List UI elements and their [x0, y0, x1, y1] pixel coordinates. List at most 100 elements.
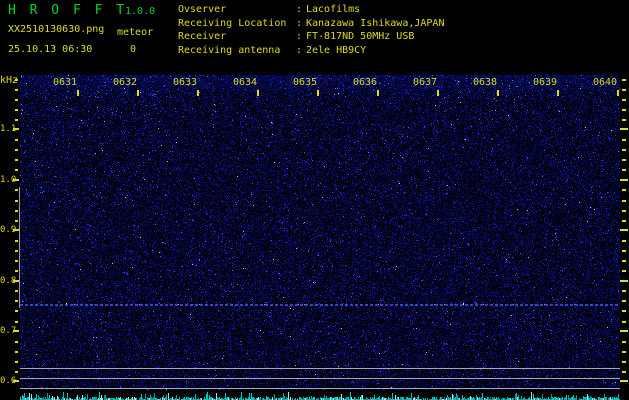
freq-minor-tick-left — [15, 260, 18, 262]
freq-minor-tick-right — [622, 200, 626, 202]
spectrogram-canvas — [20, 75, 620, 390]
station-info-label: Receiving antenna — [178, 44, 296, 58]
freq-minor-tick-right — [622, 371, 626, 373]
freq-minor-tick-left — [15, 290, 18, 292]
freq-axis-label: 0.7 — [0, 326, 14, 336]
freq-minor-tick-right — [622, 189, 626, 191]
station-info-label: Receiver — [178, 30, 296, 44]
freq-minor-tick-left — [15, 159, 18, 161]
freq-minor-tick-right — [622, 240, 626, 242]
noise-level-strip-canvas — [20, 391, 621, 400]
freq-minor-tick-right — [622, 321, 626, 323]
station-info-value: FT-817ND 50MHz USB — [306, 30, 414, 44]
time-minute-tick — [137, 90, 139, 96]
time-minute-tick — [77, 90, 79, 96]
time-minute-tick — [557, 90, 559, 96]
freq-minor-tick-right — [622, 341, 626, 343]
hrofft-window: H R O F F T 1.0.0 XX2510130630.png meteo… — [0, 0, 629, 400]
freq-minor-tick-right — [622, 270, 626, 272]
freq-minor-tick-right — [622, 351, 626, 353]
freq-major-tick-left — [13, 380, 19, 382]
station-info-separator: : — [296, 3, 306, 17]
freq-major-tick-right — [620, 128, 628, 130]
time-axis-label: 0639 — [532, 78, 558, 88]
freq-major-tick-right — [620, 229, 628, 231]
freq-minor-tick-left — [15, 240, 18, 242]
freq-major-tick-left — [13, 128, 19, 130]
left-edge-vertical-marker — [19, 187, 20, 308]
time-axis-label: 0640 — [592, 78, 618, 88]
meteor-count-value: 0 — [130, 44, 136, 55]
freq-major-tick-right — [620, 380, 628, 382]
freq-minor-tick-left — [15, 200, 18, 202]
meteor-counter-label: meteor — [117, 27, 153, 38]
freq-major-tick-left — [13, 179, 19, 181]
freq-axis-label: 0.6 — [0, 376, 14, 386]
freq-minor-tick-left — [15, 341, 18, 343]
freq-minor-tick-right — [622, 109, 626, 111]
freq-minor-tick-right — [622, 290, 626, 292]
dashed-carrier-line — [20, 304, 620, 306]
station-info-value: Kanazawa Ishikawa,JAPAN — [306, 17, 444, 31]
freq-minor-tick-left — [15, 89, 18, 91]
freq-axis-label: 0.8 — [0, 276, 14, 286]
freq-axis-label: 0.9 — [0, 225, 14, 235]
time-minute-tick — [317, 90, 319, 96]
freq-minor-tick-left — [15, 210, 18, 212]
station-info-row-0: Ovserver:Lacofilms — [178, 3, 444, 17]
freq-minor-tick-left — [15, 250, 18, 252]
app-title: H R O F F T — [8, 3, 127, 18]
freq-minor-tick-right — [622, 149, 626, 151]
time-axis-label: 0638 — [472, 78, 498, 88]
freq-minor-tick-right — [622, 250, 626, 252]
time-axis-label: 0631 — [52, 78, 78, 88]
station-info-row-2: Receiver:FT-817ND 50MHz USB — [178, 30, 444, 44]
freq-minor-tick-left — [15, 79, 18, 81]
freq-minor-tick-right — [622, 210, 626, 212]
carrier-line-3 — [20, 388, 620, 389]
carrier-line-2 — [20, 378, 620, 379]
station-info-separator: : — [296, 44, 306, 58]
time-axis-label: 0633 — [172, 78, 198, 88]
time-minute-tick — [377, 90, 379, 96]
freq-minor-tick-right — [622, 260, 626, 262]
freq-minor-tick-left — [15, 220, 18, 222]
app-version: 1.0.0 — [125, 6, 155, 17]
station-info-label: Receiving Location — [178, 17, 296, 31]
frame-datetime: 25.10.13 06:30 — [8, 44, 92, 55]
freq-minor-tick-left — [15, 321, 18, 323]
time-minute-tick — [437, 90, 439, 96]
time-minute-tick — [257, 90, 259, 96]
freq-minor-tick-left — [15, 351, 18, 353]
freq-minor-tick-right — [622, 169, 626, 171]
freq-minor-tick-right — [622, 300, 626, 302]
freq-minor-tick-right — [622, 79, 626, 81]
freq-major-tick-left — [13, 330, 19, 332]
time-minute-tick — [497, 90, 499, 96]
time-minute-tick — [617, 90, 619, 96]
freq-minor-tick-left — [15, 119, 18, 121]
freq-axis-label: 1.1 — [0, 124, 14, 134]
freq-minor-tick-right — [622, 99, 626, 101]
freq-minor-tick-right — [622, 361, 626, 363]
time-axis-label: 0637 — [412, 78, 438, 88]
freq-minor-tick-right — [622, 139, 626, 141]
station-info-row-3: Receiving antenna:2ele HB9CY — [178, 44, 444, 58]
freq-major-tick-left — [13, 229, 19, 231]
station-info-block: Ovserver:LacofilmsReceiving Location:Kan… — [178, 3, 444, 57]
station-info-separator: : — [296, 17, 306, 31]
freq-minor-tick-left — [15, 139, 18, 141]
time-axis-label: 0636 — [352, 78, 378, 88]
station-info-label: Ovserver — [178, 3, 296, 17]
freq-minor-tick-right — [622, 119, 626, 121]
freq-minor-tick-left — [15, 371, 18, 373]
time-axis-label: 0635 — [292, 78, 318, 88]
freq-axis-label: 1.0 — [0, 175, 14, 185]
freq-minor-tick-right — [622, 89, 626, 91]
freq-major-tick-right — [620, 280, 628, 282]
freq-minor-tick-left — [15, 99, 18, 101]
freq-minor-tick-left — [15, 169, 18, 171]
output-filename: XX2510130630.png — [8, 24, 104, 35]
station-info-separator: : — [296, 30, 306, 44]
freq-major-tick-right — [620, 330, 628, 332]
